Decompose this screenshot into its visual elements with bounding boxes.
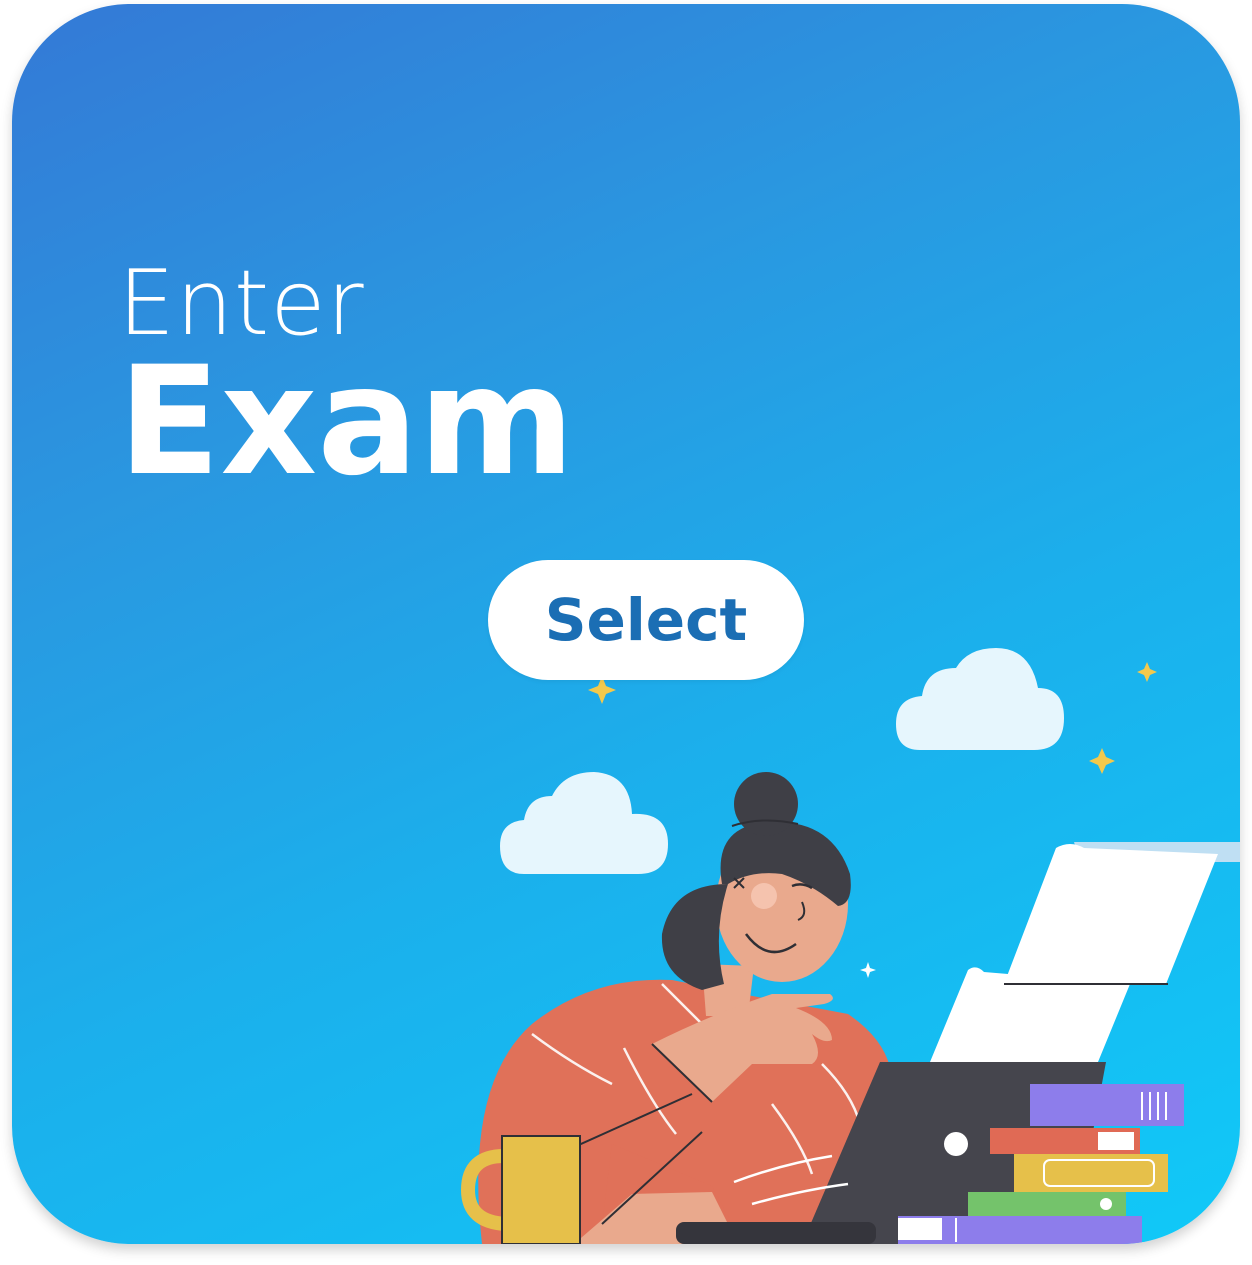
select-button[interactable]: Select (488, 560, 804, 680)
exam-card[interactable]: Enter Exam Select (12, 4, 1240, 1244)
paper-sheet-icon (930, 842, 1240, 1062)
